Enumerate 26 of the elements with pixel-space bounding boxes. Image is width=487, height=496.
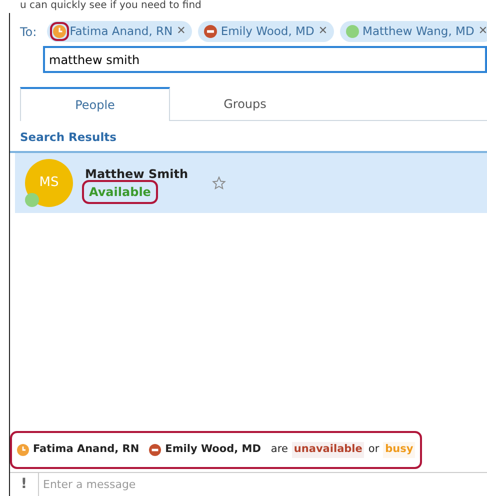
priority-button[interactable]: ! [10, 474, 38, 495]
notice-text: or [368, 442, 380, 458]
tab[interactable]: Groups [170, 87, 320, 120]
recipient-chip[interactable]: Fatima Anand, RN ✕ [46, 21, 192, 42]
person-name: Fatima Anand, RN [33, 442, 140, 458]
tab[interactable]: People [20, 87, 170, 122]
result-row[interactable]: MS Matthew Smith Available [15, 152, 487, 212]
caption-text: u can quickly see if you need to find [20, 0, 202, 11]
recipient-chip[interactable]: Emily Wood, MD ✕ [198, 21, 334, 42]
star-icon[interactable] [212, 176, 226, 190]
recipient-name: Emily Wood, MD [220, 23, 314, 40]
recipient-chip[interactable]: Matthew Wang, MD ✕ [340, 21, 487, 42]
notice-text: are [270, 442, 288, 458]
unavailable-tag: unavailable [292, 442, 364, 458]
status-label: Available [85, 182, 155, 200]
search-field[interactable]: matthew smith [43, 46, 487, 74]
busy-tag: busy [383, 442, 416, 458]
recipient-name: Fatima Anand, RN [70, 23, 173, 40]
to-label: To: [20, 24, 37, 41]
remove-button[interactable]: ✕ [176, 23, 186, 40]
remove-button[interactable]: ✕ [478, 23, 487, 40]
avatar: MS [25, 158, 73, 206]
contact-name: Matthew Smith [85, 166, 188, 182]
recipient-name: Matthew Wang, MD [362, 23, 474, 40]
remove-button[interactable]: ✕ [318, 23, 328, 40]
person-name: Emily Wood, MD [165, 442, 261, 458]
